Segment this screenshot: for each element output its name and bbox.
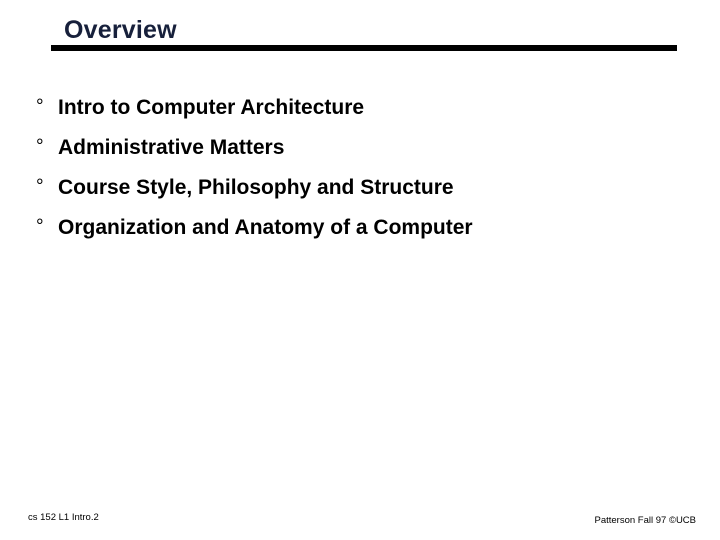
footer-left-text: cs 152 L1 Intro.2 [28, 512, 99, 523]
list-item-label: Intro to Computer Architecture [58, 96, 365, 119]
circle-bullet-icon: ° [36, 216, 44, 237]
circle-bullet-icon: ° [36, 96, 44, 117]
bullet-list: ° Intro to Computer Architecture ° Admin… [36, 96, 696, 256]
title-underline-rule [51, 45, 677, 51]
circle-bullet-icon: ° [36, 176, 44, 197]
list-item: ° Course Style, Philosophy and Structure [36, 176, 696, 216]
slide: Overview ° Intro to Computer Architectur… [0, 0, 720, 540]
page-title: Overview [64, 16, 177, 44]
list-item-label: Organization and Anatomy of a Computer [58, 216, 473, 239]
list-item-label: Course Style, Philosophy and Structure [58, 176, 454, 199]
circle-bullet-icon: ° [36, 136, 44, 157]
list-item: ° Organization and Anatomy of a Computer [36, 216, 696, 256]
list-item: ° Intro to Computer Architecture [36, 96, 696, 136]
list-item: ° Administrative Matters [36, 136, 696, 176]
footer-right-text: Patterson Fall 97 ©UCB [594, 515, 696, 526]
list-item-label: Administrative Matters [58, 136, 285, 159]
